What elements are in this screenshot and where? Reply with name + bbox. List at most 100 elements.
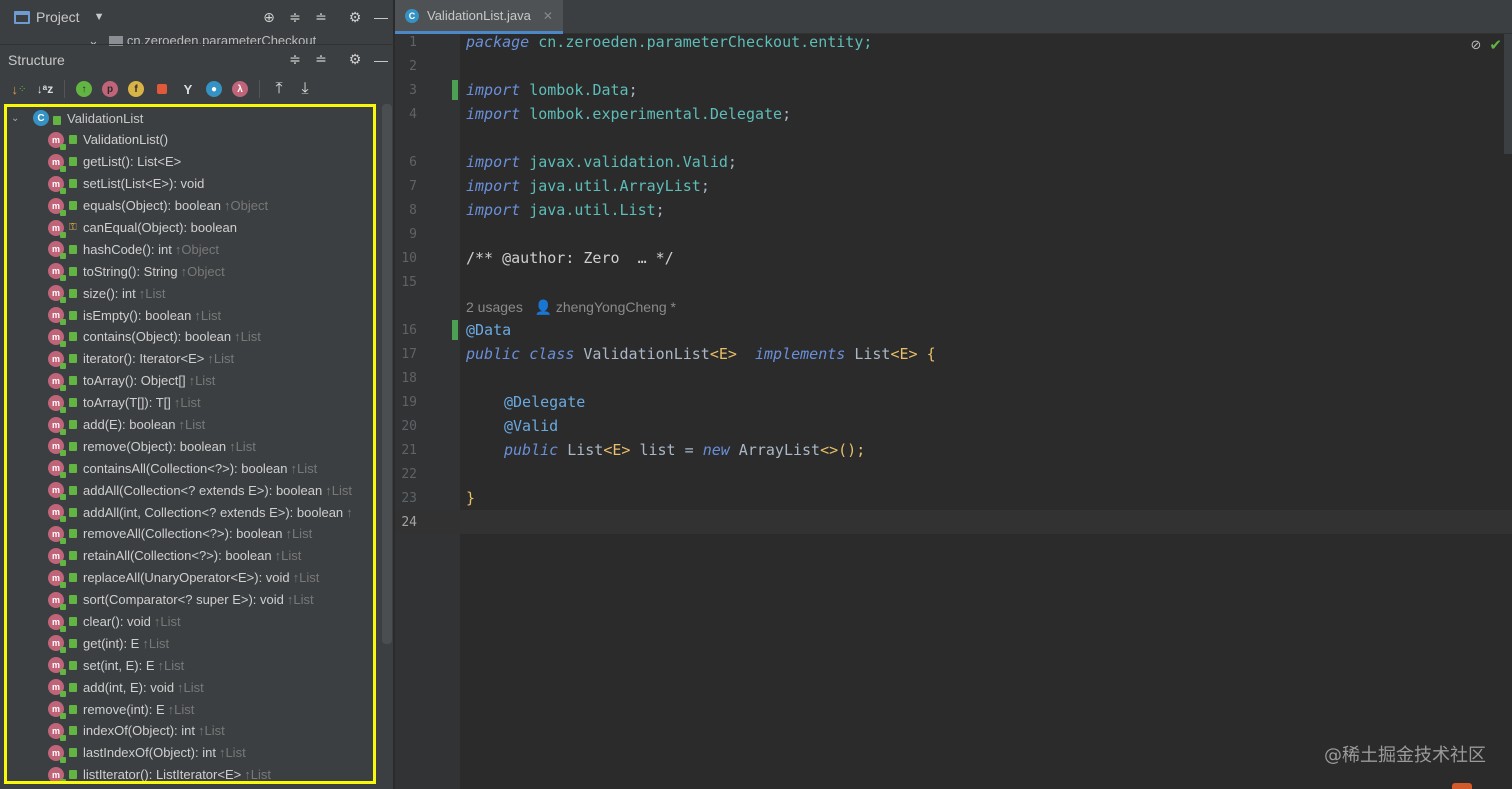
member-name: setList(List<E>): void [83, 176, 205, 192]
sort-by-visibility-icon[interactable]: ↓ ⁘ [6, 78, 32, 100]
method-icon: m [48, 591, 66, 610]
tree-member-row[interactable]: m get(int): E ↑List [7, 632, 373, 654]
tree-member-row[interactable]: m clear(): void ↑List [7, 611, 373, 633]
tree-member-row[interactable]: m lastIndexOf(Object): int ↑List [7, 742, 373, 764]
tree-member-row[interactable]: m remove(Object): boolean ↑List [7, 435, 373, 457]
tree-member-row[interactable]: m isEmpty(): boolean ↑List [7, 304, 373, 326]
code-line[interactable]: 20 @Valid [395, 414, 1512, 438]
member-name: lastIndexOf(Object): int [83, 745, 216, 761]
code-line[interactable]: 21 public List<E> list = new ArrayList<>(… [395, 438, 1512, 462]
code-text: Valid [682, 153, 728, 171]
collapse-all-icon[interactable]: ≐ [308, 5, 334, 29]
change-marker [452, 80, 458, 100]
tree-member-row[interactable]: m sort(Comparator<? super E>): void ↑List [7, 589, 373, 611]
code-line[interactable]: 8 import java.util.List; [395, 198, 1512, 222]
collapse-all-icon[interactable]: ≐ [308, 48, 334, 72]
structure-scrollbar[interactable] [382, 104, 392, 644]
show-lambda-icon[interactable]: λ [227, 78, 253, 100]
show-non-public-icon[interactable] [149, 78, 175, 100]
tree-member-row[interactable]: m ValidationList() [7, 129, 373, 151]
tree-member-row[interactable]: m setList(List<E>): void [7, 173, 373, 195]
scroll-from-source-icon[interactable]: ⤒ [266, 78, 292, 100]
autoscroll-to-source-icon[interactable]: ⤓ [292, 78, 318, 100]
public-icon [69, 157, 77, 167]
author-hint[interactable]: zhengYongCheng * [556, 299, 676, 315]
gear-icon[interactable]: ⚙ [342, 48, 368, 72]
tree-member-row[interactable]: m toString(): String ↑Object [7, 260, 373, 282]
tree-member-row[interactable]: m addAll(int, Collection<? extends E>): b… [7, 501, 373, 523]
code-line[interactable]: 16 @Data [395, 318, 1512, 342]
tree-member-row[interactable]: m replaceAll(UnaryOperator<E>): void ↑List [7, 567, 373, 589]
gear-icon[interactable]: ⚙ [342, 5, 368, 29]
code-line[interactable]: 4 import lombok.experimental.Delegate; [395, 102, 1512, 126]
tree-member-row[interactable]: m hashCode(): int ↑Object [7, 238, 373, 260]
chevron-down-icon[interactable]: ⌄ [11, 113, 23, 124]
minimize-icon[interactable]: — [368, 5, 394, 29]
code-line[interactable]: 22 [395, 462, 1512, 486]
minimize-icon[interactable]: — [368, 48, 394, 72]
code-line[interactable]: 15 [395, 270, 1512, 294]
line-number: 21 [401, 442, 417, 458]
tree-member-row[interactable]: m containsAll(Collection<?>): boolean ↑Lis… [7, 457, 373, 479]
tree-member-row[interactable]: m indexOf(Object): int ↑List [7, 720, 373, 742]
tree-member-row[interactable]: m iterator(): Iterator<E> ↑List [7, 348, 373, 370]
tree-member-row[interactable]: m remove(int): E ↑List [7, 698, 373, 720]
tree-member-row[interactable]: m retainAll(Collection<?>): boolean ↑List [7, 545, 373, 567]
tree-member-row[interactable]: m addAll(Collection<? extends E>): boolea… [7, 479, 373, 501]
show-inherited-icon[interactable]: ↑ [71, 78, 97, 100]
tree-member-row[interactable]: m removeAll(Collection<?>): boolean ↑List [7, 523, 373, 545]
tree-member-row[interactable]: m listIterator(): ListIterator<E> ↑List [7, 764, 373, 783]
tree-member-row[interactable]: m size(): int ↑List [7, 282, 373, 304]
code-line[interactable]: 10 /** @author: Zero … */ [395, 246, 1512, 270]
folded-doc-comment[interactable]: /** @author: Zero … */ [466, 249, 674, 267]
public-icon [69, 398, 77, 408]
close-icon[interactable]: ✕ [543, 9, 553, 23]
tree-member-row[interactable]: m toArray(T[]): T[] ↑List [7, 392, 373, 414]
usages-hint[interactable]: 2 usages [466, 299, 523, 315]
code-line[interactable]: 7 import java.util.ArrayList; [395, 174, 1512, 198]
code-line[interactable]: 1 package cn.zeroeden.parameterCheckout.e… [395, 30, 1512, 54]
tree-member-row[interactable]: m add(E): boolean ↑List [7, 414, 373, 436]
project-dropdown[interactable]: Project ▼ [14, 9, 104, 25]
public-icon [69, 748, 77, 758]
show-anonymous-icon[interactable]: ● [201, 78, 227, 100]
expand-all-icon[interactable]: ≑ [282, 48, 308, 72]
code-line[interactable]: 19 @Delegate [395, 390, 1512, 414]
member-name: isEmpty(): boolean [83, 307, 192, 323]
tree-member-row[interactable]: m getList(): List<E> [7, 151, 373, 173]
code-line[interactable]: 18 [395, 366, 1512, 390]
public-icon [69, 704, 77, 714]
code-line[interactable]: 9 [395, 222, 1512, 246]
code-text: ; [782, 105, 792, 123]
tree-member-row[interactable]: m equals(Object): boolean ↑Object [7, 195, 373, 217]
code-line-current[interactable]: 24 [395, 510, 1512, 534]
tab-validationlist-java[interactable]: C ValidationList.java ✕ [395, 0, 563, 34]
code-line[interactable]: 23} [395, 486, 1512, 510]
tree-member-row[interactable]: m toArray(): Object[] ↑List [7, 370, 373, 392]
annotation: @Valid [504, 417, 559, 435]
inherited-from: ↑List [325, 482, 352, 498]
method-icon: m [48, 679, 66, 698]
method-icon: m [48, 175, 66, 194]
inherited-from: ↑Object [174, 241, 219, 257]
tree-member-row[interactable]: m set(int, E): E ↑List [7, 654, 373, 676]
code-line[interactable]: 3 import lombok.Data; [395, 78, 1512, 102]
line-number: 19 [401, 394, 417, 410]
tree-member-row[interactable]: m ⚿ canEqual(Object): boolean [7, 217, 373, 239]
sort-alphabetically-icon[interactable]: ↓ᵃz [32, 78, 58, 100]
show-fields-icon[interactable]: f [123, 78, 149, 100]
show-properties-icon[interactable]: p [97, 78, 123, 100]
show-lambdas-merge-icon[interactable]: Y [175, 78, 201, 100]
expand-all-icon[interactable]: ≑ [282, 5, 308, 29]
code-line[interactable]: 6 import javax.validation.Valid; [395, 150, 1512, 174]
line-number: 24 [401, 514, 417, 530]
locate-icon[interactable]: ⊕ [256, 5, 282, 29]
code-line[interactable]: 2 [395, 54, 1512, 78]
inherited-from: ↑List [244, 767, 271, 783]
keyword: new [702, 441, 730, 459]
code-line[interactable]: 17 public class ValidationList<E> impleme… [395, 342, 1512, 366]
tree-root-class[interactable]: ⌄ C ValidationList [7, 107, 373, 129]
tree-member-row[interactable]: m add(int, E): void ↑List [7, 676, 373, 698]
public-icon [69, 354, 77, 364]
tree-member-row[interactable]: m contains(Object): boolean ↑List [7, 326, 373, 348]
